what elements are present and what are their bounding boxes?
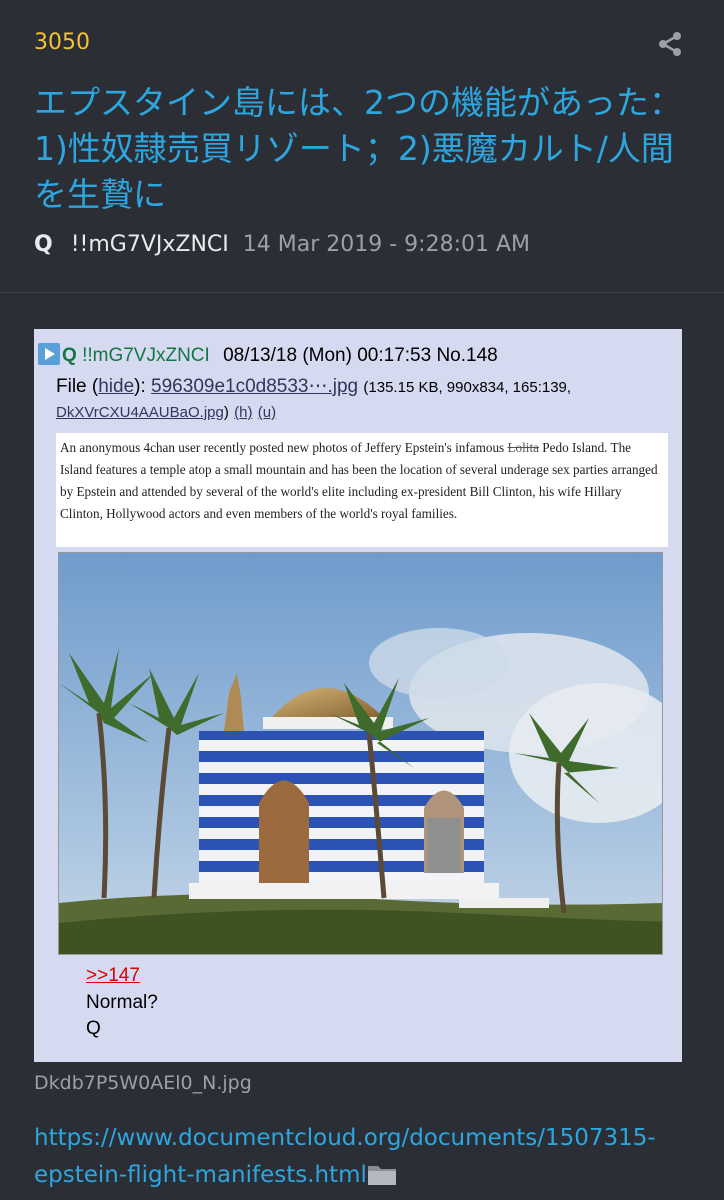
share-icon[interactable]	[656, 30, 684, 58]
file-name-link[interactable]: 596309e1c0d8533⋯.jpg	[151, 376, 358, 397]
u-link[interactable]: (u)	[258, 404, 276, 421]
file-meta: (135.15 KB, 990x834, 165:139,	[363, 379, 572, 396]
divider	[0, 292, 724, 293]
author-name: Q	[34, 232, 53, 257]
post-timestamp: 14 Mar 2019 - 9:28:01 AM	[242, 232, 531, 257]
embedded-name: Q	[62, 345, 77, 366]
embedded-tripcode: !!mG7VJxZNCI	[82, 345, 210, 366]
embedded-post-screenshot: Q !!mG7VJxZNCI 08/13/18 (Mon) 00:17:53 N…	[34, 329, 682, 1062]
folder-icon	[367, 1166, 396, 1185]
post-number: 3050	[34, 30, 90, 55]
article-excerpt: An anonymous 4chan user recently posted …	[56, 433, 668, 547]
h-link[interactable]: (h)	[234, 404, 252, 421]
reply-text: Normal? Q	[86, 992, 158, 1039]
hide-link[interactable]: hide	[98, 376, 134, 397]
struck-word: Lolita	[507, 440, 539, 455]
post-title: エプスタイン島には、2つの機能があった：1)性奴隷売買リゾート；2)悪魔カルト/…	[34, 83, 682, 214]
author-tripcode: !!mG7VJxZNCI	[70, 232, 229, 257]
article-text: An anonymous 4chan user recently posted …	[60, 440, 658, 521]
author-line: Q !!mG7VJxZNCI 14 Mar 2019 - 9:28:01 AM	[34, 232, 530, 257]
embedded-post-no: No.148	[436, 345, 498, 366]
embedded-post-header: Q !!mG7VJxZNCI 08/13/18 (Mon) 00:17:53 N…	[38, 343, 498, 367]
source-link[interactable]: https://www.documentcloud.org/documents/…	[34, 1120, 694, 1194]
embedded-datetime: 08/13/18 (Mon) 00:17:53	[223, 345, 432, 366]
file-label: File	[56, 376, 87, 397]
file-info: File (hide): 596309e1c0d8533⋯.jpg (135.1…	[56, 376, 572, 421]
image-caption: Dkdb7P5W0AEl0_N.jpg	[34, 1072, 252, 1094]
reply-ref-link[interactable]: >>147	[86, 965, 140, 987]
orig-name-link[interactable]: DkXVrCXU4AAUBaO.jpg	[56, 404, 224, 421]
play-icon	[38, 343, 60, 365]
island-temple-photo	[58, 552, 663, 955]
